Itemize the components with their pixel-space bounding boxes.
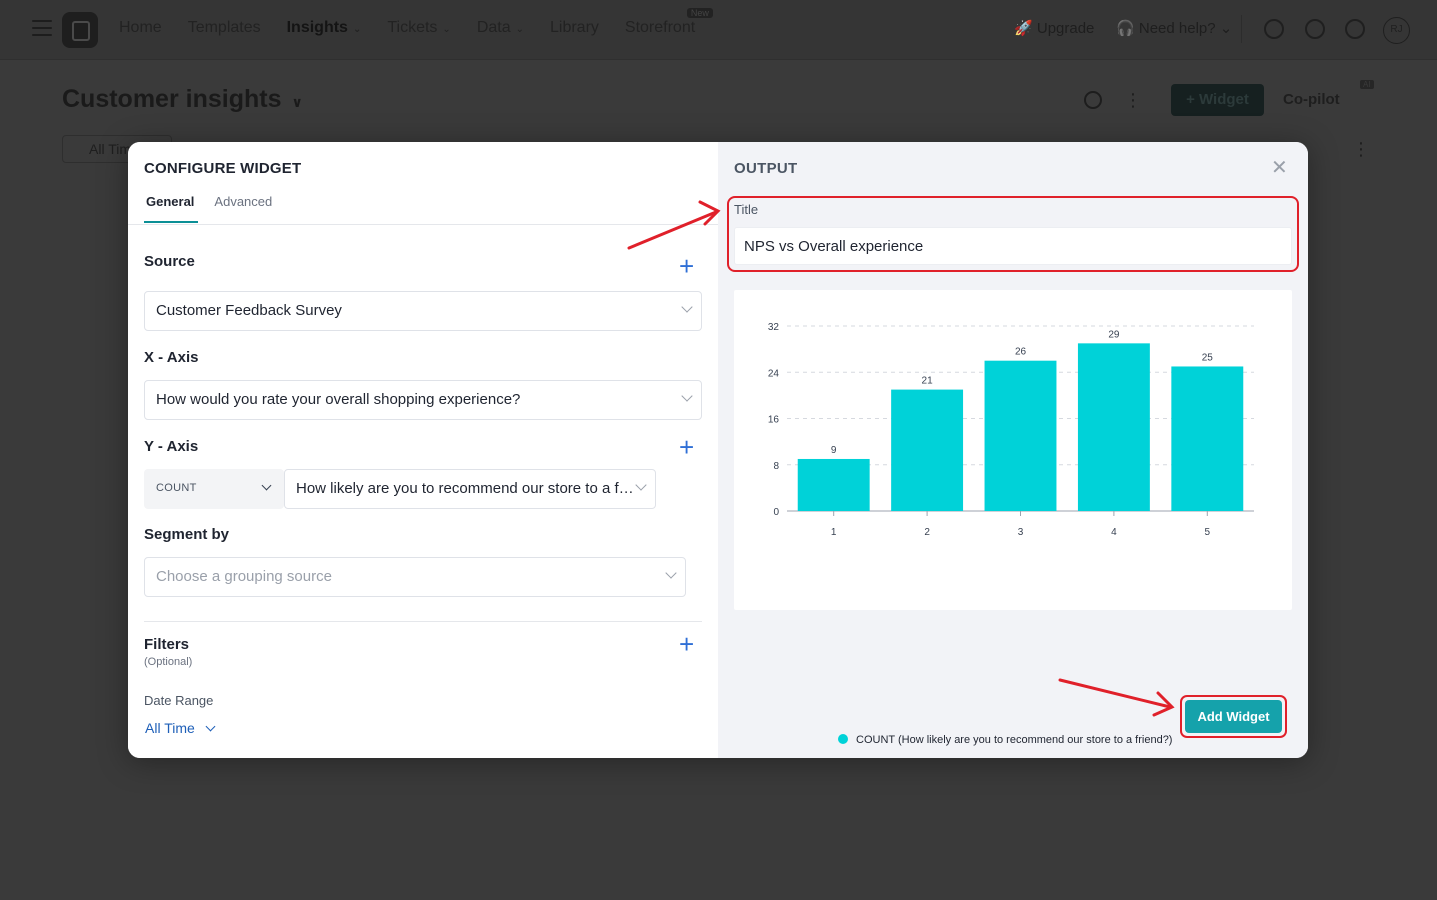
avatar[interactable]: RJ (1383, 17, 1410, 44)
y-tick-label: 32 (768, 322, 780, 333)
chevron-down-icon (205, 721, 216, 732)
nav-item-templates[interactable]: Templates (188, 19, 261, 37)
chevron-down-icon: ⌄ (515, 24, 524, 35)
bell-icon[interactable] (1264, 19, 1284, 39)
divider (1241, 15, 1242, 43)
source-select[interactable]: Customer Feedback Survey (144, 291, 702, 331)
config-tabs: General Advanced (144, 194, 288, 223)
x-axis-select[interactable]: How would you rate your overall shopping… (144, 380, 702, 420)
user-icon[interactable] (1305, 19, 1325, 39)
gear-icon[interactable] (1345, 19, 1365, 39)
chevron-down-icon (665, 567, 677, 579)
chart-legend[interactable]: COUNT (How likely are you to recommend o… (838, 733, 1172, 746)
x-tick-label: 5 (1205, 527, 1211, 538)
legend-marker (838, 734, 848, 744)
chevron-down-icon: ⌄ (352, 24, 362, 35)
nav-item-home[interactable]: Home (119, 19, 162, 37)
ai-badge: AI (1360, 80, 1374, 89)
nav-item-storefront[interactable]: Storefront New (625, 8, 713, 37)
x-tick-label: 4 (1111, 527, 1117, 538)
bar-value-label: 25 (1202, 352, 1214, 363)
nav-item-insights[interactable]: Insights ⌄ (287, 19, 362, 37)
filters-label: Filters (144, 636, 190, 653)
configure-panel: CONFIGURE WIDGET General Advanced Source… (128, 142, 718, 758)
y-tick-label: 0 (773, 507, 779, 518)
divider (144, 621, 702, 622)
x-tick-label: 1 (831, 527, 837, 538)
aggregate-select[interactable]: COUNT (144, 469, 284, 509)
date-range-label: Date Range (144, 693, 214, 708)
upgrade-link[interactable]: 🚀 Upgrade (1014, 19, 1094, 37)
segment-select[interactable]: Choose a grouping source (144, 557, 686, 597)
main-nav: Home Templates Insights ⌄ Tickets ⌄ Data ⌄ … (119, 8, 721, 37)
chevron-down-icon: ∨ (291, 94, 303, 110)
nav-item-library[interactable]: Library (550, 19, 599, 37)
alarm-icon[interactable] (1084, 91, 1102, 109)
chevron-down-icon (635, 479, 647, 491)
output-title: OUTPUT (734, 160, 798, 177)
y-axis-select[interactable]: How likely are you to recommend our stor… (284, 469, 656, 509)
divider (128, 224, 718, 225)
copilot-button[interactable]: Co-pilot (1283, 91, 1340, 108)
title-field-label: Title (734, 202, 759, 217)
chevron-down-icon (681, 390, 693, 402)
y-axis-label: Y - Axis (144, 438, 199, 455)
nav-item-data[interactable]: Data ⌄ (477, 19, 524, 37)
add-y-axis-icon[interactable]: + (679, 434, 694, 460)
x-tick-label: 2 (924, 527, 930, 538)
segment-label: Segment by (144, 526, 230, 543)
x-tick-label: 3 (1018, 527, 1024, 538)
chart-preview: 0 8 16 24 32 9 1 21 2 26 3 29 4 25 5 COUNT (How likely… (734, 290, 1292, 746)
configure-title: CONFIGURE WIDGET (144, 160, 302, 177)
y-tick-label: 8 (773, 461, 779, 472)
widget-title-input[interactable] (734, 227, 1292, 265)
source-label: Source (144, 253, 195, 270)
menu-icon[interactable] (32, 20, 52, 36)
x-axis-label: X - Axis (144, 349, 199, 366)
bar-chart: 0816243291212263294255 (768, 322, 1254, 538)
tab-advanced[interactable]: Advanced (214, 194, 272, 223)
help-menu[interactable]: 🎧 Need help? ⌄ (1116, 19, 1232, 37)
chart-bar (797, 458, 870, 511)
app-logo[interactable] (62, 12, 98, 48)
y-tick-label: 16 (768, 415, 780, 426)
add-filter-icon[interactable]: + (679, 631, 694, 657)
chevron-down-icon (261, 480, 272, 491)
tab-general[interactable]: General (144, 194, 199, 223)
output-panel: OUTPUT ✕ Title 0816243291212263294255 CO… (718, 142, 1308, 758)
add-source-icon[interactable]: + (679, 253, 694, 279)
chevron-down-icon (681, 301, 693, 313)
nav-item-tickets[interactable]: Tickets ⌄ (387, 19, 450, 37)
bar-value-label: 29 (1108, 329, 1120, 340)
configure-widget-modal: CONFIGURE WIDGET General Advanced Source… (128, 142, 1308, 758)
chart-bar (1171, 366, 1244, 511)
optional-hint: (Optional) (144, 656, 193, 668)
date-range-dropdown[interactable]: All Time (145, 720, 216, 736)
new-badge: New (686, 8, 713, 18)
more-options-icon[interactable]: ⋮ (1124, 91, 1142, 109)
page-title[interactable]: Customer insights ∨ (62, 85, 303, 114)
add-widget-header-button[interactable]: + Widget (1171, 84, 1264, 116)
more-options-icon[interactable]: ⋮ (1352, 140, 1370, 158)
chart-bar (984, 360, 1057, 511)
close-icon[interactable]: ✕ (1271, 158, 1288, 178)
bar-value-label: 21 (922, 376, 934, 387)
chevron-down-icon: ⌄ (442, 24, 451, 35)
chart-bar (1077, 343, 1150, 511)
add-widget-button[interactable]: Add Widget (1185, 700, 1282, 733)
y-tick-label: 24 (768, 368, 780, 379)
bar-value-label: 26 (1015, 347, 1027, 358)
chart-bar (891, 389, 964, 511)
bar-value-label: 9 (831, 445, 837, 456)
top-navigation-bar: Home Templates Insights ⌄ Tickets ⌄ Data ⌄ … (0, 0, 1437, 60)
